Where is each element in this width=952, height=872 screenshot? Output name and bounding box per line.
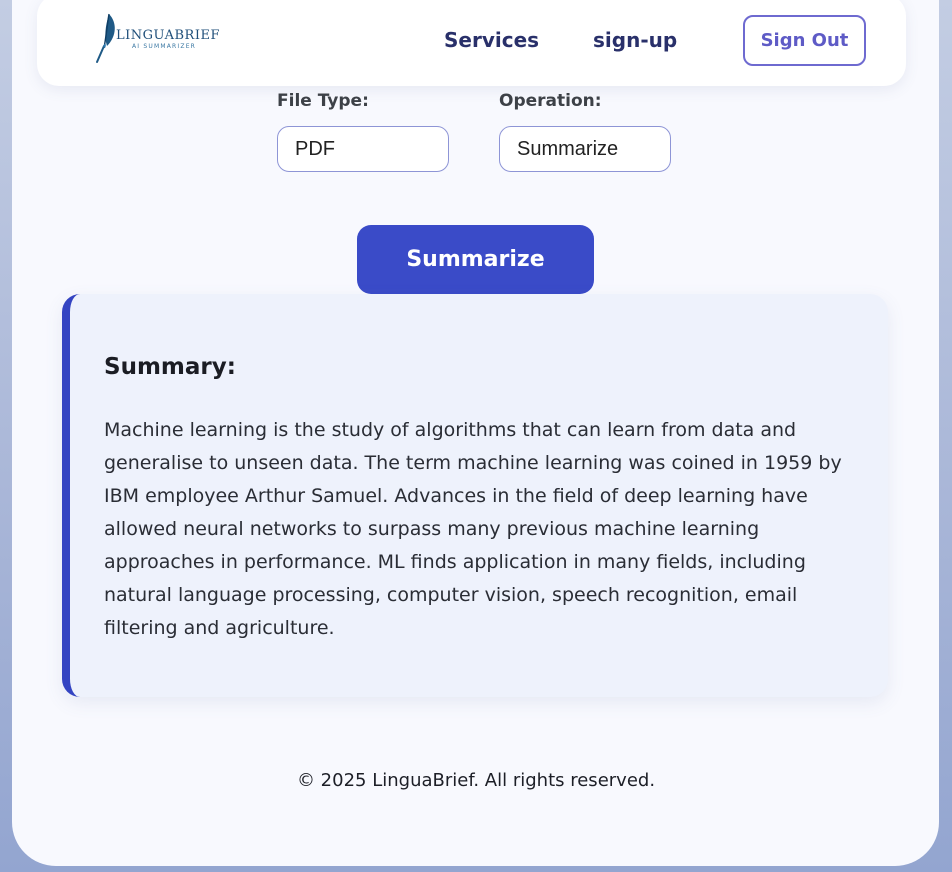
file-type-label: File Type: <box>277 91 369 111</box>
brand-tagline: AI SUMMARIZER <box>132 43 197 50</box>
sign-out-button[interactable]: Sign Out <box>743 15 866 66</box>
file-type-select[interactable]: PDF <box>277 126 449 172</box>
operation-label: Operation: <box>499 91 602 111</box>
summarize-button[interactable]: Summarize <box>357 225 594 294</box>
operation-value: Summarize <box>517 137 619 160</box>
nav-services-link[interactable]: Services <box>444 28 539 52</box>
summary-card: Summary: Machine learning is the study o… <box>62 294 888 697</box>
nav-signup-link[interactable]: sign-up <box>593 28 677 52</box>
footer-copyright: © 2025 LinguaBrief. All rights reserved. <box>296 770 656 791</box>
brand-name: LINGUABRIEF <box>116 28 220 43</box>
summary-text: Machine learning is the study of algorit… <box>104 419 842 639</box>
operation-select[interactable]: Summarize <box>499 126 671 172</box>
file-type-value: PDF <box>295 137 335 160</box>
summary-title: Summary: <box>104 354 236 380</box>
